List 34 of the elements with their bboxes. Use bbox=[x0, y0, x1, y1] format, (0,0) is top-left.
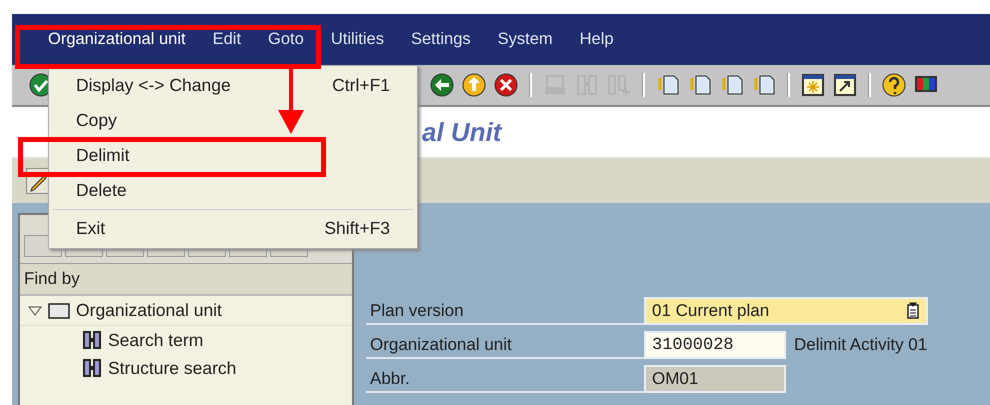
screen-title: al Unit bbox=[422, 116, 502, 148]
tree-item[interactable]: Search term bbox=[108, 330, 204, 350]
arrow bbox=[276, 66, 306, 136]
binoculars-icon bbox=[82, 358, 102, 378]
dropdown-field[interactable]: 01 Current plan bbox=[644, 297, 928, 325]
expanded-triangle-icon[interactable] bbox=[28, 304, 42, 316]
box-icon bbox=[48, 302, 70, 318]
field-description: Delimit Activity 01 bbox=[794, 335, 928, 355]
input-field[interactable]: 31000028 bbox=[644, 331, 786, 359]
menu-option[interactable]: Copy bbox=[49, 103, 417, 138]
binoculars-icon bbox=[82, 330, 102, 350]
dropdown-icon[interactable] bbox=[906, 302, 920, 320]
menu-item[interactable]: Edit bbox=[212, 30, 242, 49]
menu-item[interactable]: System bbox=[498, 30, 553, 49]
field-label: Abbr. bbox=[366, 365, 644, 393]
field-label: Plan version bbox=[366, 297, 644, 325]
shortcut-icon[interactable] bbox=[832, 72, 858, 98]
exit-icon[interactable] bbox=[461, 72, 487, 98]
menu-item[interactable]: Goto bbox=[268, 30, 304, 49]
menu-item[interactable]: Settings bbox=[411, 30, 471, 49]
field-label: Organizational unit bbox=[366, 331, 644, 359]
menu-item[interactable]: Organizational unit bbox=[48, 30, 186, 49]
menu-option[interactable]: Exit Shift+F3 bbox=[49, 211, 417, 246]
menu-item[interactable]: Utilities bbox=[330, 30, 384, 49]
tree-item[interactable]: Organizational unit bbox=[76, 300, 222, 321]
tree-item[interactable]: Structure search bbox=[108, 358, 236, 378]
back-icon[interactable] bbox=[429, 72, 455, 98]
display-field: OM01 bbox=[644, 365, 786, 393]
panel-header: Find by bbox=[24, 269, 80, 289]
new-window-icon[interactable] bbox=[800, 72, 826, 98]
menu-option[interactable]: Delete bbox=[49, 173, 417, 208]
menu-item[interactable]: Help bbox=[580, 30, 614, 49]
cancel-icon[interactable] bbox=[493, 72, 519, 98]
help-icon[interactable] bbox=[881, 72, 907, 98]
